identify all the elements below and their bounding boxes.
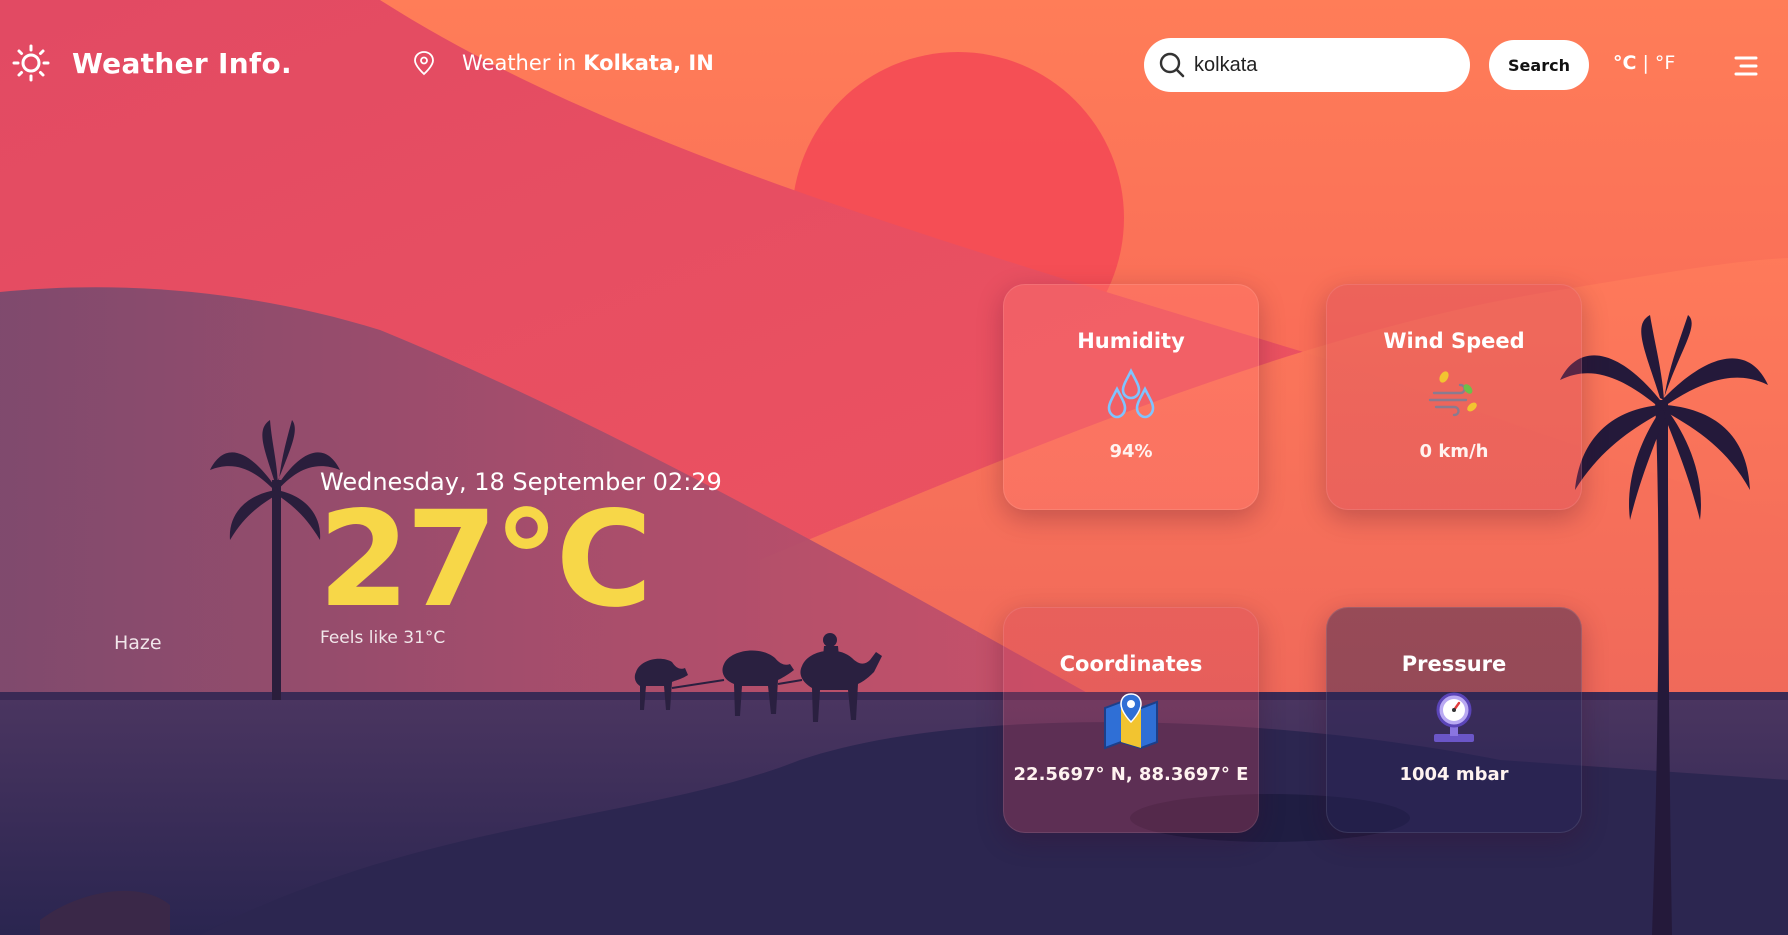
app-title: Weather Info. <box>72 46 292 80</box>
humidity-value: 94% <box>1109 441 1153 462</box>
pressure-value: 1004 mbar <box>1399 764 1509 785</box>
pressure-title: Pressure <box>1401 652 1507 676</box>
water-drops-icon <box>1107 368 1155 419</box>
brand[interactable]: Weather Info. <box>12 44 292 82</box>
coordinates-value: 22.5697° N, 88.3697° E <box>1013 764 1249 785</box>
location-prefix: Weather in <box>462 51 577 75</box>
current-temperature: 27°C <box>318 483 653 637</box>
search-input[interactable] <box>1194 53 1444 77</box>
location-city: Kolkata, IN <box>583 51 714 75</box>
coordinates-card: Coordinates 22.5697° N, 88.3697° E <box>1003 607 1259 833</box>
humidity-title: Humidity <box>1077 329 1185 353</box>
celsius-toggle[interactable]: °C <box>1613 52 1636 74</box>
weather-page: Weather Info. Weather in Kolkata, IN Sea… <box>0 0 1788 935</box>
weather-condition: Haze <box>114 632 162 654</box>
pressure-card: Pressure 1004 mbar <box>1326 607 1582 833</box>
wind-speed-value: 0 km/h <box>1419 441 1489 462</box>
wind-icon <box>1428 371 1477 417</box>
sun-icon <box>12 44 50 82</box>
search-box[interactable] <box>1144 38 1470 92</box>
feels-like: Feels like 31°C <box>320 628 446 648</box>
humidity-card: Humidity 94% <box>1003 284 1259 510</box>
search-icon <box>1159 52 1185 78</box>
menu-icon[interactable] <box>1733 54 1759 78</box>
pressure-gauge-icon <box>1434 692 1474 742</box>
unit-separator: | <box>1642 52 1649 74</box>
location-pin-icon <box>414 51 434 76</box>
search-button[interactable]: Search <box>1489 40 1589 90</box>
location-display: Weather in Kolkata, IN <box>412 50 714 76</box>
wind-speed-card: Wind Speed 0 km/h <box>1326 284 1582 510</box>
unit-toggle: °C | °F <box>1613 52 1675 74</box>
wind-speed-title: Wind Speed <box>1383 329 1525 353</box>
fahrenheit-toggle[interactable]: °F <box>1655 52 1675 74</box>
coordinates-title: Coordinates <box>1059 652 1203 676</box>
map-icon <box>1104 693 1158 750</box>
